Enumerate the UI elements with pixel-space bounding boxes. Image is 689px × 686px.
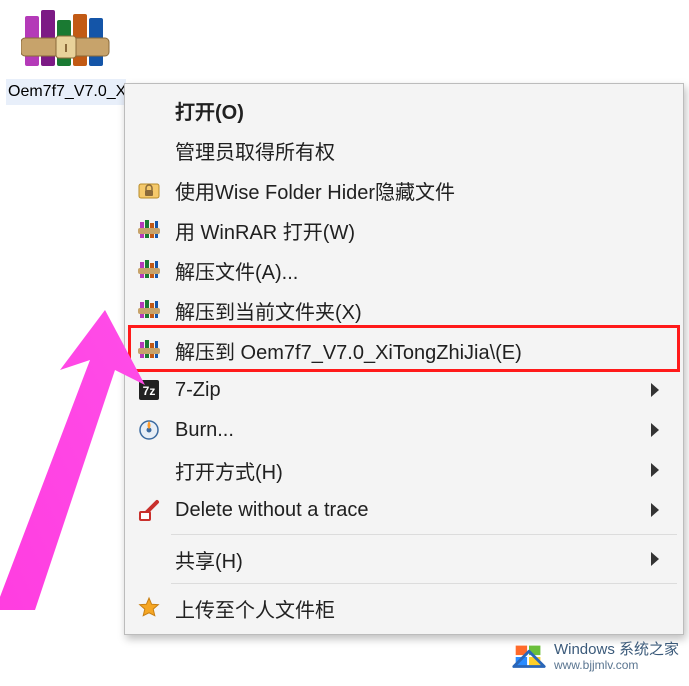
menu-open-with-label: 打开方式(H) — [171, 456, 681, 485]
menu-extract-files-label: 解压文件(A)... — [171, 256, 681, 285]
context-menu: 打开(O) 管理员取得所有权 使用Wise Folder Hider隐藏文件 用… — [124, 83, 684, 635]
file-label: Oem7f7_V7.0_XiTongZhiJia.rar — [6, 79, 126, 105]
burn-icon — [127, 418, 171, 442]
menu-delete-trace[interactable]: Delete without a trace — [127, 490, 681, 530]
menu-upload-cabinet-label: 上传至个人文件柜 — [171, 594, 681, 623]
menu-open-label: 打开(O) — [171, 96, 681, 125]
submenu-arrow-icon — [651, 503, 659, 517]
submenu-arrow-icon — [651, 383, 659, 397]
menu-extract-here-label: 解压到当前文件夹(X) — [171, 296, 681, 325]
menu-open[interactable]: 打开(O) — [127, 90, 681, 130]
menu-burn[interactable]: Burn... — [127, 410, 681, 450]
menu-extract-files[interactable]: 解压文件(A)... — [127, 250, 681, 290]
menu-7zip-label: 7-Zip — [171, 379, 681, 402]
menu-7zip[interactable]: 7z 7-Zip — [127, 370, 681, 410]
menu-admin-ownership[interactable]: 管理员取得所有权 — [127, 130, 681, 170]
menu-share-label: 共享(H) — [171, 545, 681, 574]
svg-text:7z: 7z — [143, 384, 156, 398]
menu-wise-hide[interactable]: 使用Wise Folder Hider隐藏文件 — [127, 170, 681, 210]
menu-share[interactable]: 共享(H) — [127, 539, 681, 579]
delete-trace-icon — [127, 498, 171, 522]
menu-burn-label: Burn... — [171, 419, 681, 442]
star-icon — [127, 596, 171, 620]
winrar-icon — [127, 338, 171, 362]
menu-admin-ownership-label: 管理员取得所有权 — [171, 136, 681, 165]
menu-separator — [171, 534, 677, 535]
menu-delete-trace-label: Delete without a trace — [171, 499, 681, 522]
watermark-url: www.bjjmlv.com — [554, 659, 679, 672]
watermark-title: Windows 系统之家 — [554, 642, 679, 659]
menu-extract-to-folder-label: 解压到 Oem7f7_V7.0_XiTongZhiJia\(E) — [171, 336, 681, 365]
submenu-arrow-icon — [651, 552, 659, 566]
submenu-arrow-icon — [651, 423, 659, 437]
winrar-icon — [127, 258, 171, 282]
menu-open-winrar[interactable]: 用 WinRAR 打开(W) — [127, 210, 681, 250]
rar-archive-icon — [21, 10, 111, 75]
folder-lock-icon — [127, 178, 171, 202]
menu-wise-hide-label: 使用Wise Folder Hider隐藏文件 — [171, 176, 681, 205]
menu-separator — [171, 583, 677, 584]
file-item[interactable]: Oem7f7_V7.0_XiTongZhiJia.rar — [6, 0, 126, 105]
menu-open-with[interactable]: 打开方式(H) — [127, 450, 681, 490]
menu-extract-to-folder[interactable]: 解压到 Oem7f7_V7.0_XiTongZhiJia\(E) — [127, 330, 681, 370]
menu-open-winrar-label: 用 WinRAR 打开(W) — [171, 216, 681, 245]
winrar-icon — [127, 218, 171, 242]
winrar-icon — [127, 298, 171, 322]
windows-logo-icon — [510, 638, 548, 676]
submenu-arrow-icon — [651, 463, 659, 477]
menu-upload-cabinet[interactable]: 上传至个人文件柜 — [127, 588, 681, 628]
menu-extract-here[interactable]: 解压到当前文件夹(X) — [127, 290, 681, 330]
7zip-icon: 7z — [127, 378, 171, 402]
watermark: Windows 系统之家 www.bjjmlv.com — [510, 638, 679, 676]
